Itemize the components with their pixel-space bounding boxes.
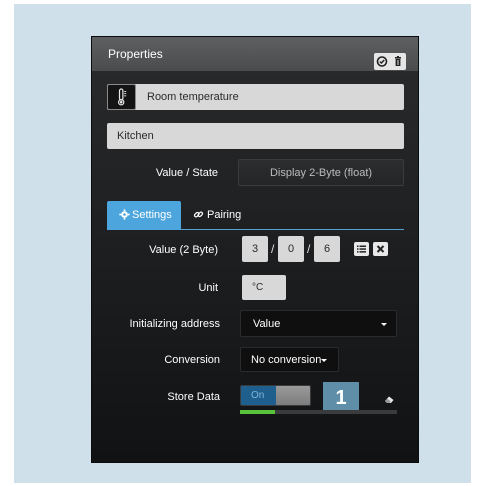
thermometer-icon[interactable]	[107, 84, 136, 110]
location-text: Kitchen	[117, 130, 154, 142]
tab-pairing-label: Pairing	[207, 209, 242, 221]
panel-titlebar: Properties	[92, 37, 418, 71]
titlebar-buttons	[374, 53, 406, 70]
gear-icon	[119, 209, 130, 223]
progress-bar	[240, 410, 397, 414]
group-address-main[interactable]: 3	[242, 236, 268, 262]
list-icon[interactable]	[354, 242, 369, 256]
unit-field[interactable]: °C	[242, 275, 286, 300]
value-2byte-label: Value (2 Byte)	[149, 244, 218, 256]
tab-pairing[interactable]: Pairing	[191, 201, 261, 229]
init-address-dropdown[interactable]: Value	[240, 310, 397, 337]
progress-fill	[240, 410, 275, 414]
group-address-middle[interactable]: 0	[278, 236, 304, 262]
init-address-value: Value	[253, 318, 281, 330]
conversion-dropdown[interactable]: No conversion	[240, 347, 339, 372]
address-separator: /	[271, 242, 275, 256]
panel-title: Properties	[108, 47, 163, 61]
tab-settings-label: Settings	[132, 209, 172, 221]
tab-settings[interactable]: Settings	[107, 201, 181, 230]
close-icon[interactable]	[373, 242, 388, 256]
conversion-label: Conversion	[164, 354, 220, 366]
location-field[interactable]: Kitchen	[107, 123, 404, 149]
trash-icon[interactable]	[390, 53, 406, 70]
tab-bar: Settings Pairing	[107, 201, 404, 230]
caret-down-icon	[381, 323, 387, 326]
init-address-label: Initializing address	[129, 318, 221, 330]
store-data-label: Store Data	[167, 391, 220, 403]
address-separator: /	[307, 242, 311, 256]
toggle-knob[interactable]	[276, 386, 310, 405]
object-name-text: Room temperature	[147, 91, 239, 103]
store-data-toggle[interactable]: On	[240, 385, 311, 406]
display-type-button[interactable]: Display 2-Byte (float)	[238, 159, 404, 186]
check-circle-icon[interactable]	[374, 53, 390, 70]
caret-down-icon	[321, 359, 327, 362]
eraser-icon[interactable]	[384, 391, 395, 403]
conversion-value: No conversion	[251, 354, 322, 366]
value-state-label: Value / State	[155, 167, 218, 179]
group-address-sub[interactable]: 6	[314, 236, 340, 262]
unit-label: Unit	[198, 282, 218, 294]
toggle-on-label: On	[241, 386, 276, 405]
link-icon	[193, 209, 204, 223]
object-name-field[interactable]: Room temperature	[107, 84, 404, 110]
properties-panel: Properties Room temperature Kitchen Valu…	[91, 36, 419, 463]
